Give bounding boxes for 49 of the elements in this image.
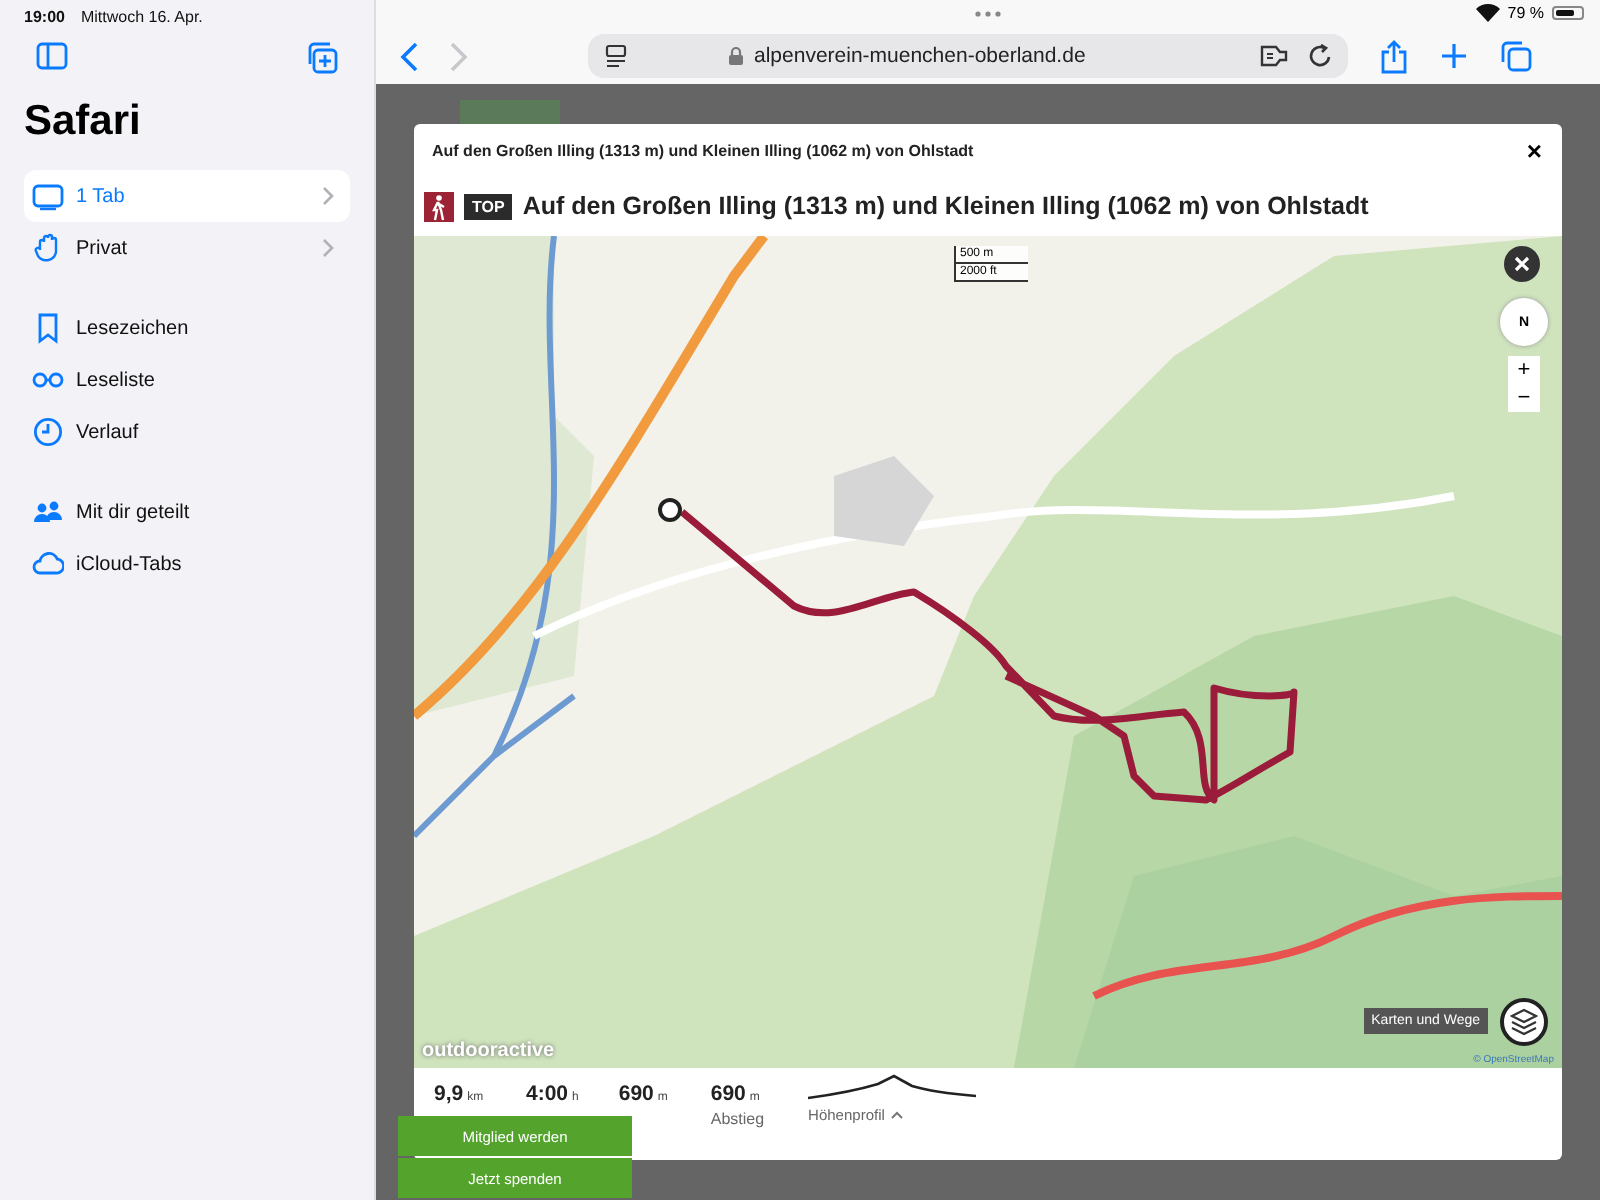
sidebar-item[interactable]: Lesezeichen — [24, 302, 350, 354]
page-menu-icon[interactable] — [604, 44, 628, 68]
stat-value: 690 — [618, 1082, 654, 1106]
close-map-icon[interactable] — [1504, 246, 1540, 282]
sidebar-item[interactable]: iCloud-Tabs — [24, 538, 350, 590]
elevation-profile-drawing[interactable] — [808, 1074, 977, 1102]
people-icon — [32, 496, 64, 528]
layers-icon — [1510, 1008, 1538, 1036]
sidebar-item[interactable]: Leseliste — [24, 354, 350, 406]
stat-label: Abstieg — [710, 1110, 765, 1128]
zoom-out-button[interactable]: − — [1508, 384, 1540, 412]
wifi-icon — [1475, 4, 1500, 22]
chevron-icon — [322, 186, 334, 206]
extension-icon[interactable] — [1260, 44, 1288, 68]
address-bar[interactable]: alpenverein-muenchen-oberland.de — [588, 34, 1348, 78]
add-icon[interactable] — [1440, 42, 1468, 70]
share-icon[interactable] — [1380, 39, 1408, 73]
zoom-in-button[interactable]: + — [1508, 356, 1540, 384]
stat-value: 690 — [710, 1082, 746, 1106]
map-logo: outdooractive — [422, 1040, 555, 1062]
status-date: Mittwoch 16. Apr. — [80, 7, 203, 25]
clock-icon — [32, 416, 64, 448]
dialog-caption: Auf den Großen Illing (1313 m) und Kleinen Illing (1062 m) von Ohlstadt — [432, 141, 974, 159]
hiker-icon — [424, 191, 454, 221]
url-text: alpenverein-muenchen-oberland.de — [754, 44, 1086, 68]
stat-value: 9,9 — [434, 1082, 464, 1106]
sidebar-item[interactable]: Mit dir geteilt — [24, 486, 350, 538]
battery-icon — [1552, 6, 1584, 20]
sidebar-item[interactable]: 1 Tab — [24, 170, 350, 222]
back-icon[interactable] — [400, 41, 418, 71]
sidebar-title: Safari — [24, 98, 143, 146]
new-tab-group-icon[interactable] — [306, 42, 338, 74]
reload-icon[interactable] — [1308, 44, 1332, 68]
tablet-icon — [32, 180, 64, 212]
multitasking-dots-icon[interactable] — [974, 10, 1002, 18]
sidebar-item[interactable]: Privat — [24, 222, 350, 274]
battery-percent: 79 % — [1507, 4, 1544, 22]
cloud-icon — [32, 548, 64, 580]
stat-value: 4:00 — [526, 1082, 569, 1106]
sidebar-item[interactable]: Verlauf — [24, 406, 350, 458]
caret-icon — [890, 1110, 905, 1120]
sidebar-toggle-icon[interactable] — [36, 42, 68, 74]
status-time: 19:00 — [24, 7, 65, 25]
tabs-icon[interactable] — [1500, 40, 1532, 72]
lock-icon — [728, 46, 744, 66]
chevron-icon — [322, 238, 334, 258]
close-button[interactable]: × — [1522, 135, 1546, 165]
tour-title: Auf den Großen Illing (1313 m) und Kleinen Illing (1062 m) von Ohlstadt — [522, 192, 1369, 220]
top-badge: TOP — [464, 193, 513, 219]
